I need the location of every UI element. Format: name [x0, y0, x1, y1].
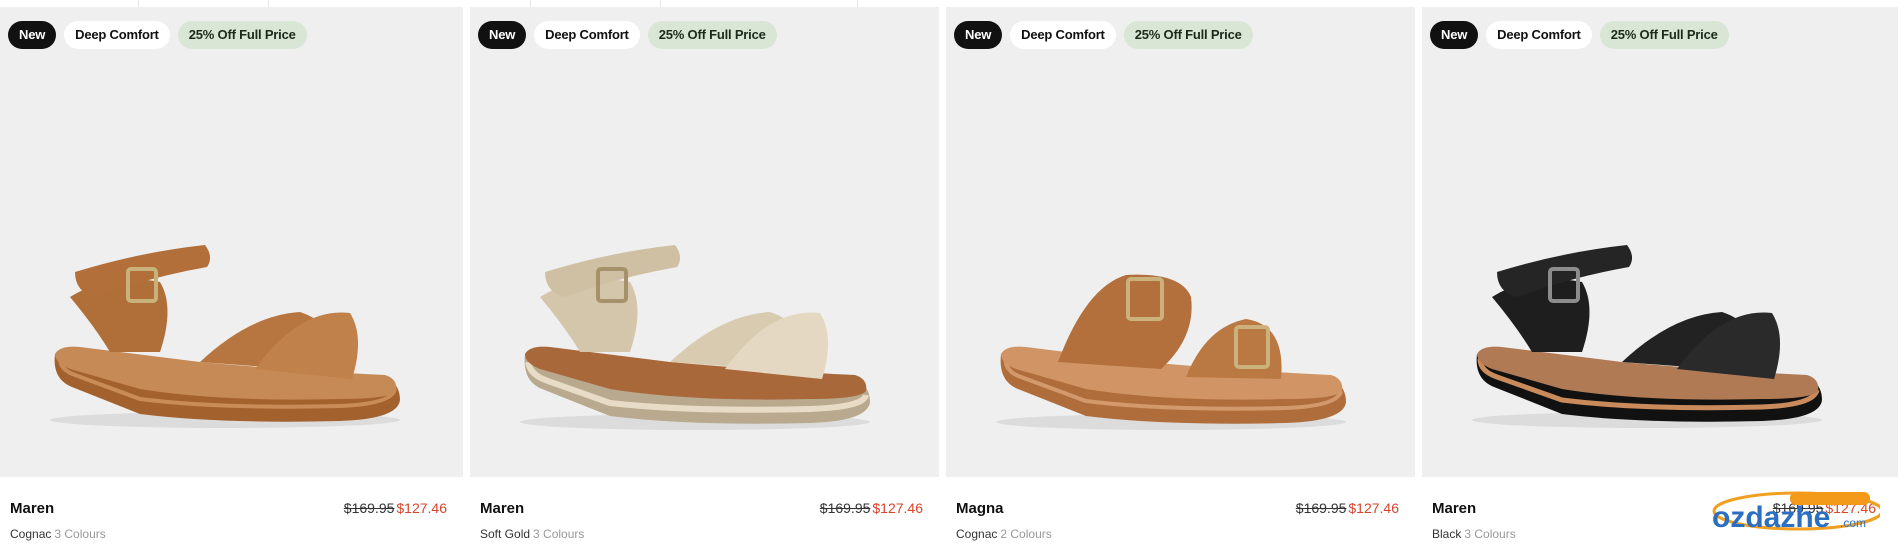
- colour-count[interactable]: 3 Colours: [54, 527, 105, 541]
- product-name[interactable]: Maren: [1432, 500, 1476, 517]
- product-variant: Cognac 2 Colours: [956, 527, 1052, 541]
- deep-comfort-badge: Deep Comfort: [1010, 21, 1116, 49]
- sale-price: $127.46: [1348, 500, 1399, 516]
- product-info: Magna Cognac 2 Colours $169.95 $127.46: [946, 477, 1415, 547]
- divider: [138, 0, 139, 7]
- discount-badge: 25% Off Full Price: [1599, 21, 1729, 49]
- original-price: $169.95: [343, 500, 395, 516]
- watermark-suffix: .com: [1840, 516, 1866, 530]
- deep-comfort-badge: Deep Comfort: [64, 21, 170, 49]
- sale-price: $127.46: [396, 500, 447, 516]
- new-badge: New: [478, 21, 527, 49]
- watermark-logo: ozdazhe .com: [1712, 491, 1880, 534]
- divider: [857, 0, 858, 7]
- colour-name: Black: [1432, 527, 1462, 541]
- original-price: $169.95: [819, 500, 871, 516]
- product-image[interactable]: New Deep Comfort 25% Off Full Price: [946, 7, 1415, 477]
- divider: [530, 0, 531, 7]
- price: $169.95 $127.46: [820, 500, 923, 516]
- new-badge: New: [1430, 21, 1479, 49]
- product-card[interactable]: New Deep Comfort 25% Off Full Price Mare…: [470, 7, 939, 547]
- product-image[interactable]: New Deep Comfort 25% Off Full Price: [0, 7, 463, 477]
- original-price: $169.95: [1295, 500, 1347, 516]
- product-card[interactable]: New Deep Comfort 25% Off Full Price Mare…: [0, 7, 463, 547]
- product-name[interactable]: Magna: [956, 500, 1004, 517]
- badge-row: New Deep Comfort 25% Off Full Price: [954, 21, 1253, 49]
- shoe-image-sandal: [520, 245, 870, 430]
- product-variant: Soft Gold 3 Colours: [480, 527, 584, 541]
- watermark-text: ozdazhe: [1712, 501, 1830, 534]
- product-card[interactable]: New Deep Comfort 25% Off Full Price Magn…: [946, 7, 1415, 547]
- new-badge: New: [954, 21, 1003, 49]
- badge-row: New Deep Comfort 25% Off Full Price: [8, 21, 307, 49]
- top-filter-strip: [0, 0, 1898, 7]
- deep-comfort-badge: Deep Comfort: [534, 21, 640, 49]
- colour-name: Soft Gold: [480, 527, 531, 541]
- product-info: Maren Soft Gold 3 Colours $169.95 $127.46: [470, 477, 939, 547]
- discount-badge: 25% Off Full Price: [177, 21, 307, 49]
- shoe-image-sandal: [50, 245, 400, 428]
- colour-name: Cognac: [10, 527, 52, 541]
- price: $169.95 $127.46: [344, 500, 447, 516]
- shoe-image-sandal: [1472, 245, 1822, 428]
- product-grid: New Deep Comfort 25% Off Full Price Mare…: [0, 7, 1898, 547]
- badge-row: New Deep Comfort 25% Off Full Price: [478, 21, 777, 49]
- discount-badge: 25% Off Full Price: [1123, 21, 1253, 49]
- discount-badge: 25% Off Full Price: [647, 21, 777, 49]
- deep-comfort-badge: Deep Comfort: [1486, 21, 1592, 49]
- product-card[interactable]: New Deep Comfort 25% Off Full Price Mare…: [1422, 7, 1898, 547]
- divider: [660, 0, 661, 7]
- product-name[interactable]: Maren: [480, 500, 524, 517]
- product-name[interactable]: Maren: [10, 500, 54, 517]
- divider: [268, 0, 269, 7]
- product-variant: Cognac 3 Colours: [10, 527, 106, 541]
- price: $169.95 $127.46: [1296, 500, 1399, 516]
- product-image[interactable]: New Deep Comfort 25% Off Full Price: [470, 7, 939, 477]
- new-badge: New: [8, 21, 57, 49]
- product-variant: Black 3 Colours: [1432, 527, 1516, 541]
- sale-price: $127.46: [872, 500, 923, 516]
- shoe-image-slide: [996, 274, 1346, 430]
- product-image[interactable]: New Deep Comfort 25% Off Full Price: [1422, 7, 1898, 477]
- colour-name: Cognac: [956, 527, 998, 541]
- colour-count[interactable]: 3 Colours: [533, 527, 584, 541]
- colour-count[interactable]: 2 Colours: [1000, 527, 1051, 541]
- badge-row: New Deep Comfort 25% Off Full Price: [1430, 21, 1729, 49]
- product-info: Maren Cognac 3 Colours $169.95 $127.46: [0, 477, 463, 547]
- colour-count[interactable]: 3 Colours: [1464, 527, 1515, 541]
